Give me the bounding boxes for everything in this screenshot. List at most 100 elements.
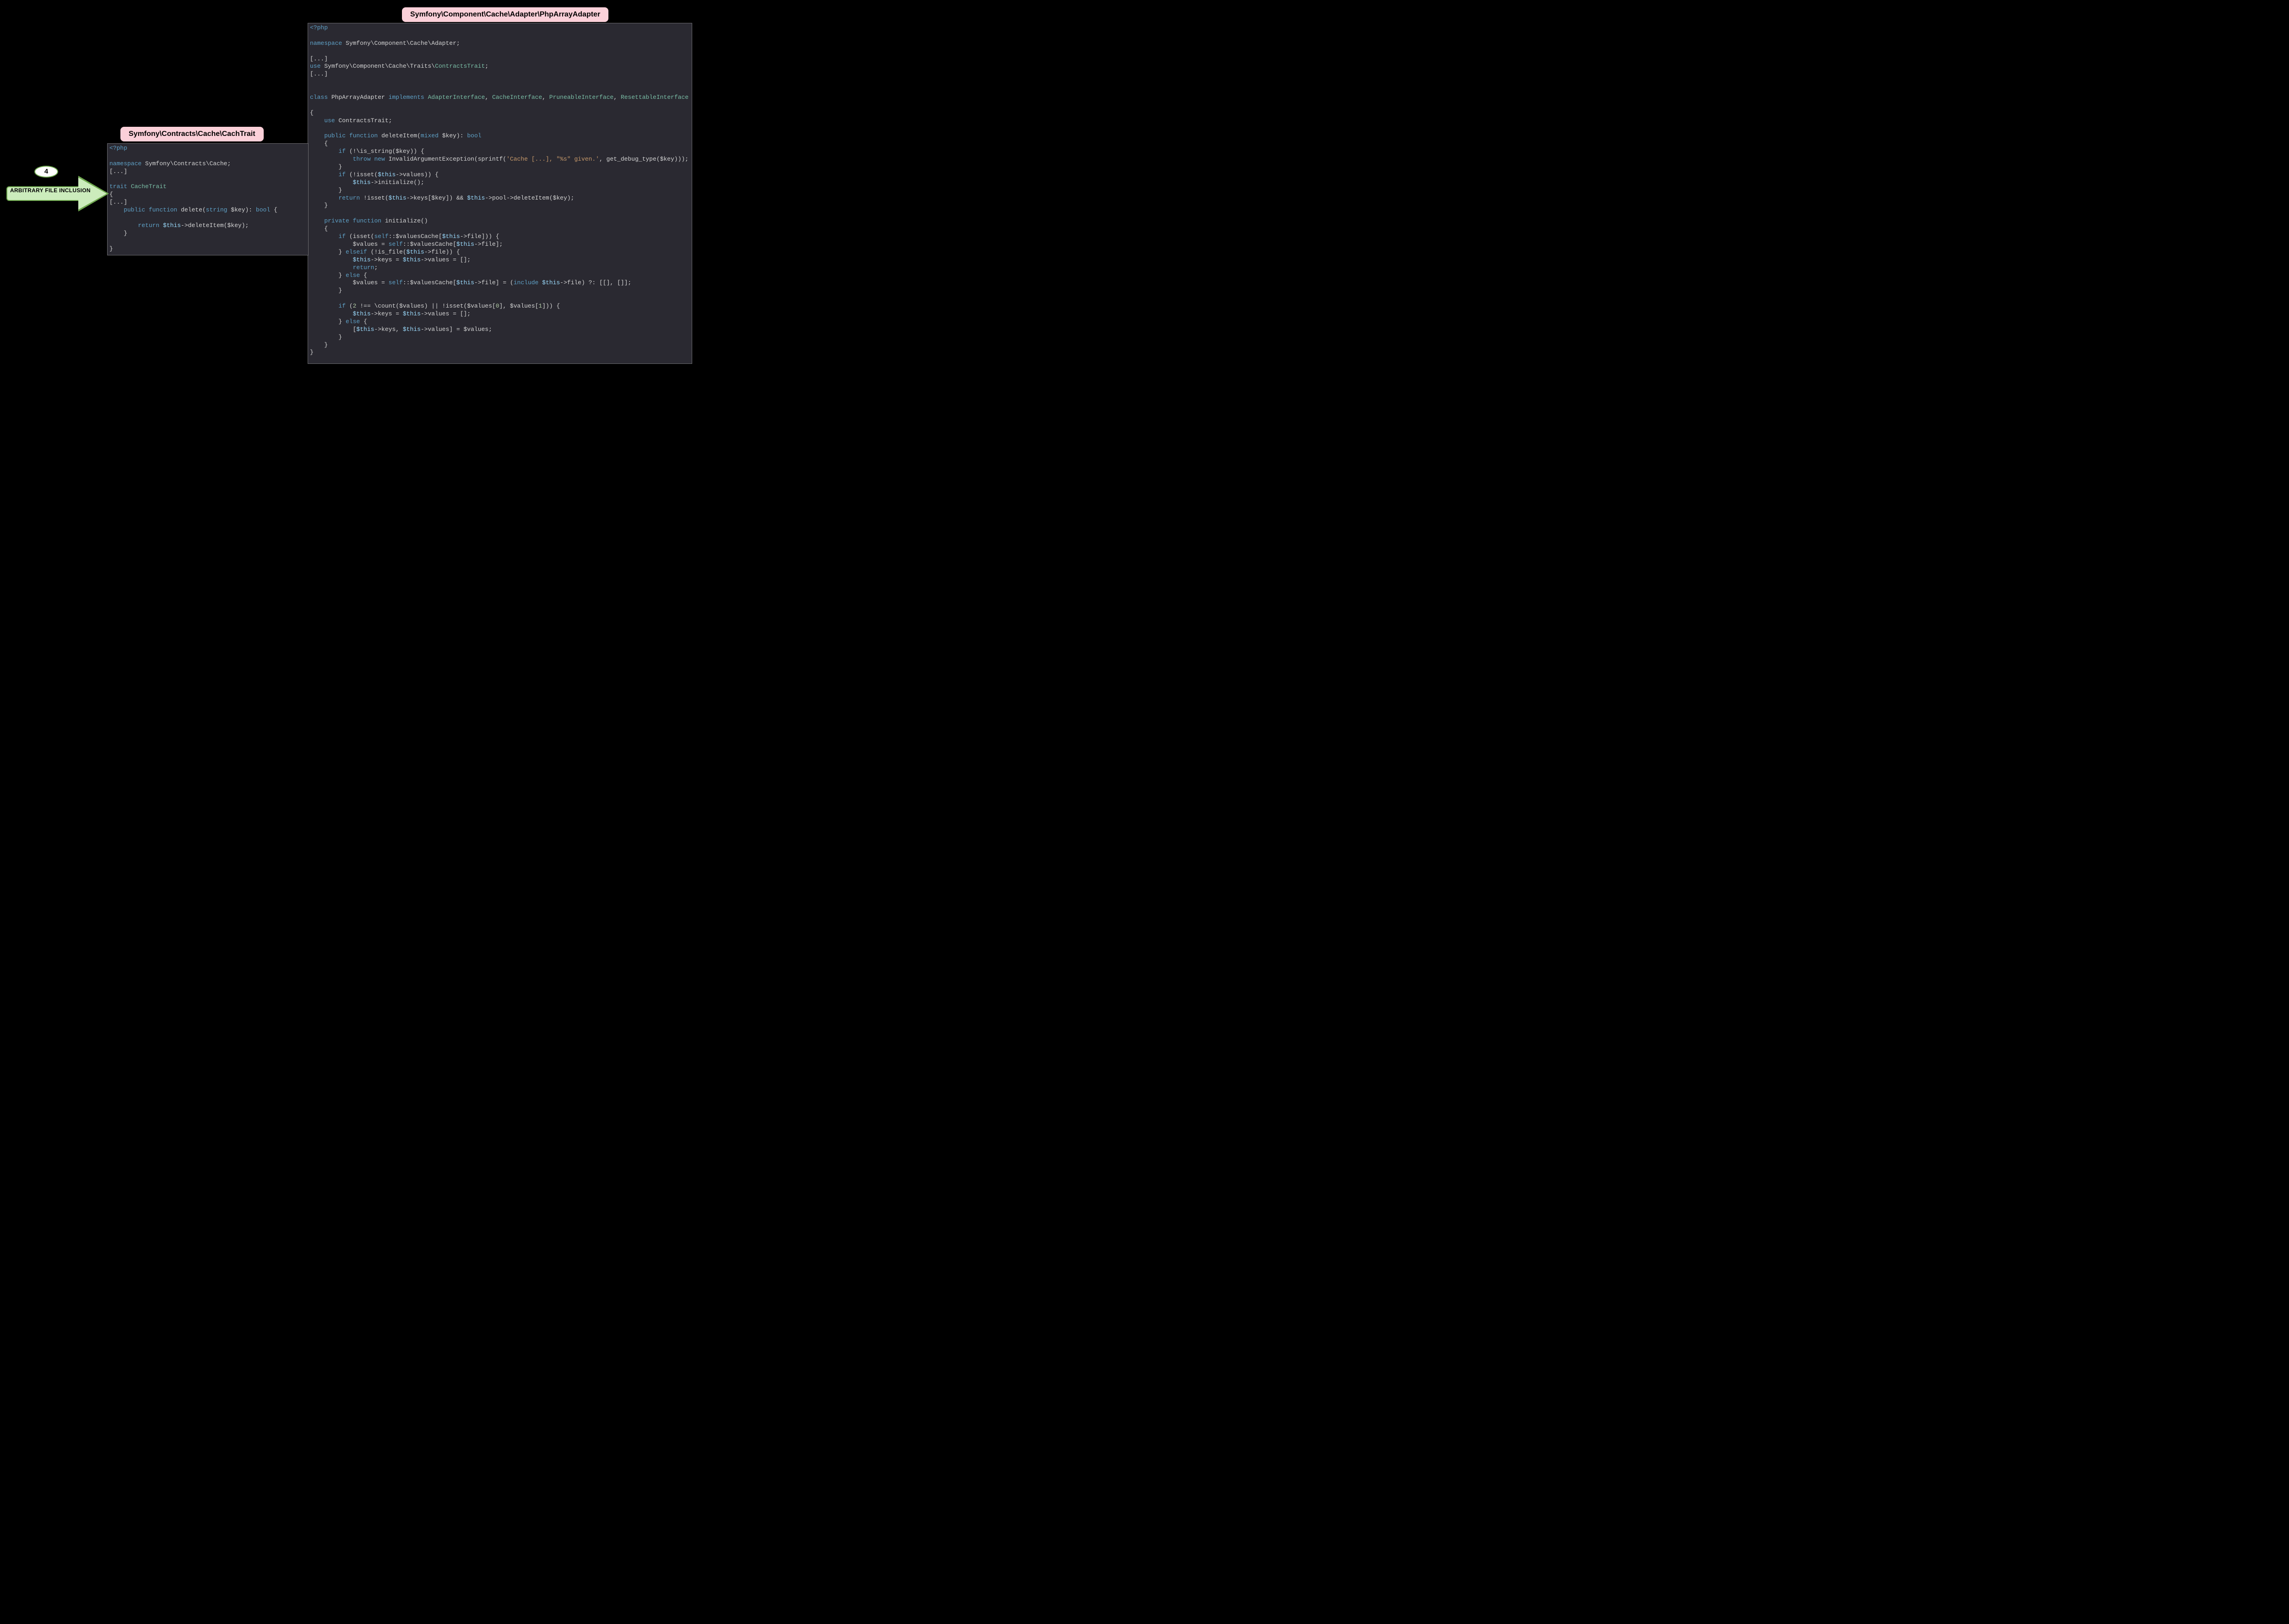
code-token: }	[310, 318, 342, 325]
code-token: {	[109, 191, 113, 198]
code-token: $this	[310, 256, 371, 263]
code-token: (!is_file(	[371, 249, 407, 255]
code-token: {	[310, 225, 328, 232]
code-token: (!\is_string($key)) {	[349, 148, 424, 155]
code-token: (!isset(	[349, 171, 378, 178]
code-token: ->values] = $values;	[421, 326, 492, 333]
code-token: }	[109, 245, 113, 252]
code-token: $this	[356, 326, 374, 333]
code-token: trait	[109, 183, 127, 190]
code-token: PhpArrayAdapter	[331, 94, 385, 101]
code-token: {	[274, 206, 277, 213]
code-token: ResettableInterface	[621, 94, 689, 101]
code-token: deleteItem(	[381, 132, 421, 139]
code-token: return	[109, 222, 159, 229]
right-code-box: <?php namespace Symfony\Component\Cache\…	[308, 23, 692, 364]
code-token: <?php	[109, 145, 127, 152]
code-token: $this	[403, 310, 421, 317]
code-token: ->keys =	[371, 310, 399, 317]
code-token: throw	[310, 156, 371, 162]
code-token: {	[363, 272, 367, 279]
code-token: 1	[538, 303, 542, 309]
code-token: <?php	[310, 24, 328, 31]
arrow-head	[78, 178, 107, 210]
code-token: namespace	[310, 40, 342, 47]
right-class-label: Symfony\Component\Cache\Adapter\PhpArray…	[401, 6, 609, 23]
code-token: function	[149, 206, 177, 213]
code-token: $key):	[442, 132, 464, 139]
code-token: }	[310, 334, 342, 341]
code-token: PruneableInterface	[549, 94, 613, 101]
code-token: return	[310, 264, 374, 271]
code-token: {	[363, 318, 367, 325]
code-token: ->initialize();	[371, 179, 424, 186]
code-token: }	[310, 163, 342, 170]
code-token: function	[349, 132, 378, 139]
code-token: new	[374, 156, 385, 162]
code-token: private	[310, 217, 349, 224]
code-token: delete(	[181, 206, 206, 213]
code-token: }	[109, 230, 127, 237]
step-arrow: ARBITRARY FILE INCLUSION	[6, 174, 109, 211]
code-token: $this	[403, 326, 421, 333]
code-token: ::$valuesCache[	[403, 279, 456, 286]
code-token: mixed	[421, 132, 439, 139]
code-token: $this	[456, 279, 474, 286]
code-token: $this	[467, 195, 485, 201]
code-token: ::$valuesCache[	[389, 233, 442, 240]
left-code-box: <?php namespace Symfony\Contracts\Cache;…	[107, 143, 309, 255]
code-token: $this	[403, 256, 421, 263]
code-token: use	[310, 117, 335, 124]
code-token: elseif	[346, 249, 367, 255]
code-token: }	[310, 341, 328, 348]
code-token: if	[310, 303, 346, 309]
code-token: else	[346, 272, 360, 279]
code-token: $this	[378, 171, 396, 178]
code-token: ->file] = (	[474, 279, 514, 286]
code-token: {	[310, 109, 314, 116]
code-token: ->file)) {	[424, 249, 460, 255]
code-token: CacheInterface	[492, 94, 542, 101]
code-token: ])) {	[542, 303, 560, 309]
code-token: if	[310, 233, 346, 240]
code-token: ->values)) {	[396, 171, 439, 178]
code-token: bool	[256, 206, 270, 213]
code-token: self	[389, 279, 403, 286]
code-token: ->pool->deleteItem($key);	[485, 195, 574, 201]
code-token: {	[310, 140, 328, 147]
code-token: implements	[389, 94, 424, 101]
code-token: public	[310, 132, 346, 139]
code-token: !isset(	[363, 195, 389, 201]
step-badge: 4	[34, 166, 58, 178]
code-token: ->file) ?: [[], []];	[560, 279, 631, 286]
code-token: $this	[310, 310, 371, 317]
code-token: ;	[374, 264, 378, 271]
code-token: Symfony\Contracts\Cache;	[145, 160, 231, 167]
code-token: $values =	[310, 279, 385, 286]
code-token: 'Cache [...], "%s" given.'	[506, 156, 599, 162]
code-token: $this	[407, 249, 424, 255]
code-token: ->keys,	[374, 326, 399, 333]
code-token: }	[310, 349, 314, 356]
code-token: ;	[485, 63, 488, 70]
code-token: [	[310, 326, 356, 333]
code-token: use	[310, 63, 320, 70]
code-token: string	[206, 206, 228, 213]
step-badge-number: 4	[44, 168, 48, 175]
code-token: InvalidArgumentException(sprintf(	[389, 156, 506, 162]
code-token: bool	[467, 132, 481, 139]
code-token: return	[310, 195, 360, 201]
code-token: ], $values[	[499, 303, 539, 309]
code-token: initialize()	[385, 217, 428, 224]
code-token: class	[310, 94, 328, 101]
code-token: $this	[456, 241, 474, 248]
code-token: , get_debug_type($key)));	[599, 156, 689, 162]
code-token: }	[310, 202, 328, 209]
code-token: ContractsTrait	[435, 63, 485, 70]
code-token: $this	[442, 233, 460, 240]
code-token: [...]	[310, 70, 328, 77]
code-token: else	[346, 318, 360, 325]
code-token: self	[374, 233, 388, 240]
code-token: if	[310, 148, 346, 155]
left-class-label: Symfony\Contracts\Cache\CachTrait	[119, 126, 265, 142]
